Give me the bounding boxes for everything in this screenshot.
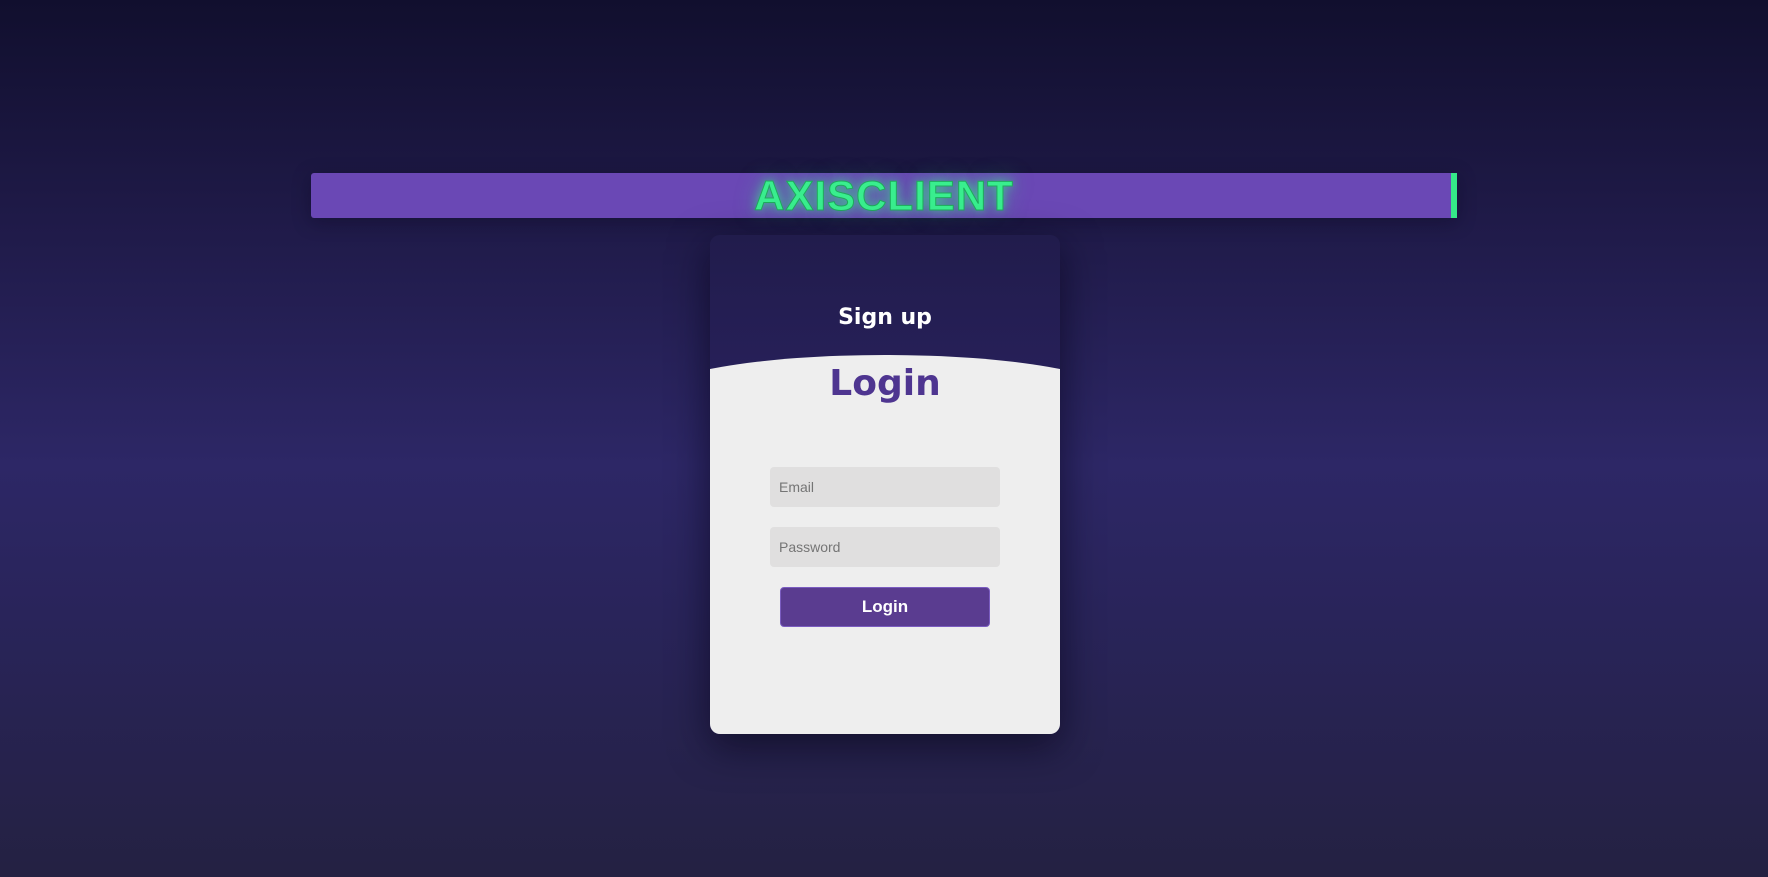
password-field[interactable]	[770, 527, 1000, 567]
brand-title: AXISCLIENT	[754, 172, 1014, 219]
login-button[interactable]: Login	[780, 587, 990, 627]
login-heading[interactable]: Login	[710, 363, 1060, 404]
auth-card: Sign up Login Login	[710, 235, 1060, 734]
signup-toggle[interactable]: Sign up	[710, 305, 1060, 330]
brand-bar: AXISCLIENT	[311, 172, 1457, 219]
email-field[interactable]	[770, 467, 1000, 507]
brand-cursor	[1451, 173, 1457, 218]
